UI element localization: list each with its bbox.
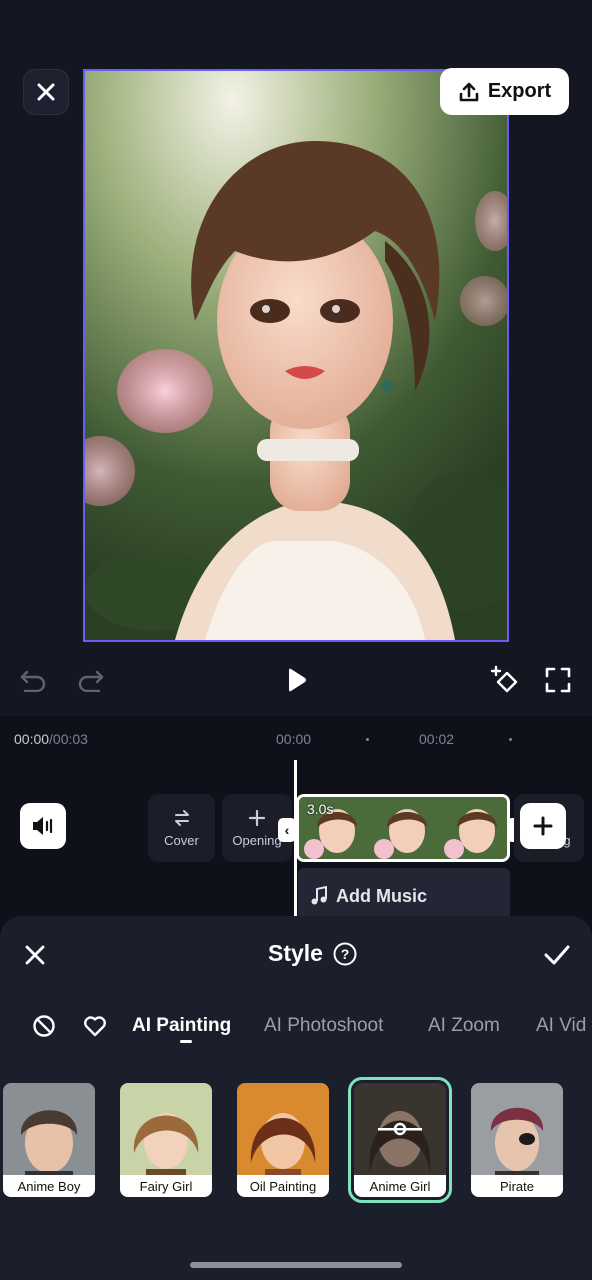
upload-icon [459,82,479,101]
style-card-oil-painting[interactable]: Oil Painting [237,1083,329,1197]
current-time: 00:00 [14,731,50,747]
help-icon[interactable]: ? [333,942,357,966]
style-card-label: Fairy Girl [120,1175,212,1197]
close-button[interactable] [23,69,69,115]
tab-ai-photoshoot[interactable]: AI Photoshoot [264,1015,383,1037]
cover-button[interactable]: Cover [148,794,215,862]
plus-icon [533,816,553,836]
undo-button[interactable] [16,664,50,696]
sheet-header: Style ? [268,940,357,967]
preview-image [85,71,507,640]
time-readout: 00:00/00:03 [14,731,88,747]
style-card-fairy-girl[interactable]: Fairy Girl [120,1083,212,1197]
confirm-button[interactable] [540,938,574,972]
ruler-dot [509,738,512,741]
play-icon [289,668,306,692]
cover-label: Cover [164,832,199,848]
ban-icon [33,1015,55,1037]
close-icon [37,83,55,101]
undo-icon [20,670,46,692]
redo-icon [78,670,104,692]
style-card-anime-boy[interactable]: Anime Boy [3,1083,95,1197]
style-card-pirate[interactable]: Pirate [471,1083,563,1197]
sheet-title: Style [268,940,323,966]
opening-label: Opening [232,832,282,848]
play-button[interactable] [280,664,312,696]
style-card-label: Anime Boy [3,1175,95,1197]
speaker-icon [33,817,53,835]
mute-audio-button[interactable] [20,803,66,849]
keyframe-icon [490,665,518,693]
add-music-label: Add Music [336,885,428,906]
no-style-button[interactable] [30,1012,58,1040]
close-icon [25,945,45,965]
heart-icon [84,1016,106,1037]
ruler-tick-0: 00:00 [276,731,312,747]
total-time: /00:03 [49,731,88,747]
check-icon [544,945,570,965]
tab-ai-painting[interactable]: AI Painting [132,1015,231,1037]
favorites-button[interactable] [81,1012,109,1040]
tab-ai-zoom[interactable]: AI Zoom [428,1015,500,1037]
timeline-panel: 00:00/00:03 00:00 00:02 Cover Opening ‹ … [0,716,592,936]
export-button[interactable]: Export [440,68,569,115]
export-label: Export [487,80,552,102]
clip-duration: 3.0s [307,801,334,817]
sheet-close-button[interactable] [18,938,52,972]
video-clip[interactable]: 3.0s [296,794,510,862]
ruler-tick-1: 00:02 [419,731,455,747]
active-tab-indicator [180,1040,192,1043]
playhead[interactable] [294,760,297,936]
home-indicator [190,1262,402,1268]
svg-text:?: ? [341,946,350,962]
style-card-label: Anime Girl [354,1175,446,1197]
add-clip-button[interactable] [520,803,566,849]
plus-icon [248,809,266,826]
swap-icon [174,809,189,826]
redo-button[interactable] [74,664,108,696]
style-card-label: Pirate [471,1175,563,1197]
fullscreen-icon [545,667,571,693]
tab-ai-video[interactable]: AI Vid [536,1015,592,1037]
video-preview[interactable] [83,69,509,642]
fullscreen-button[interactable] [542,664,574,696]
music-note-icon [311,886,327,905]
style-card-label: Oil Painting [237,1175,329,1197]
style-card-anime-girl[interactable]: Anime Girl [348,1077,452,1203]
ruler-dot [366,738,369,741]
keyframe-button[interactable] [488,664,522,696]
